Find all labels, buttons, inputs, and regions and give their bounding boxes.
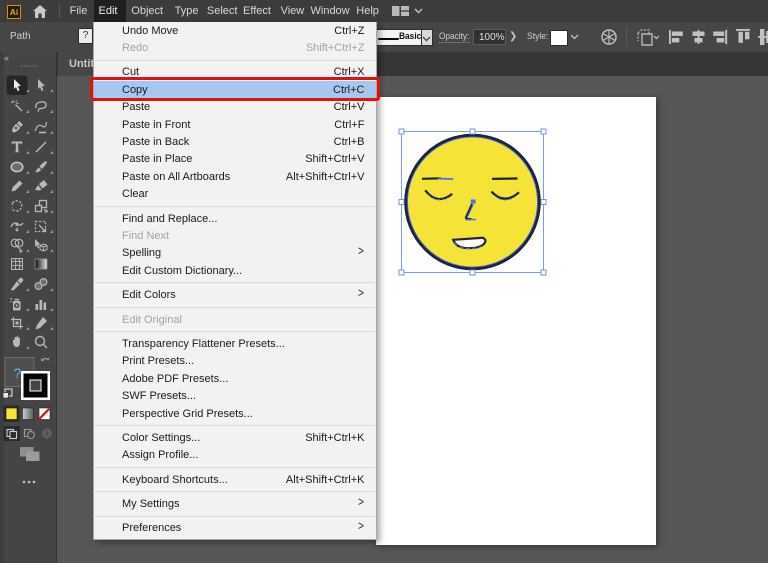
svg-text:?: ?: [14, 365, 22, 381]
svg-text:«: «: [4, 53, 9, 63]
